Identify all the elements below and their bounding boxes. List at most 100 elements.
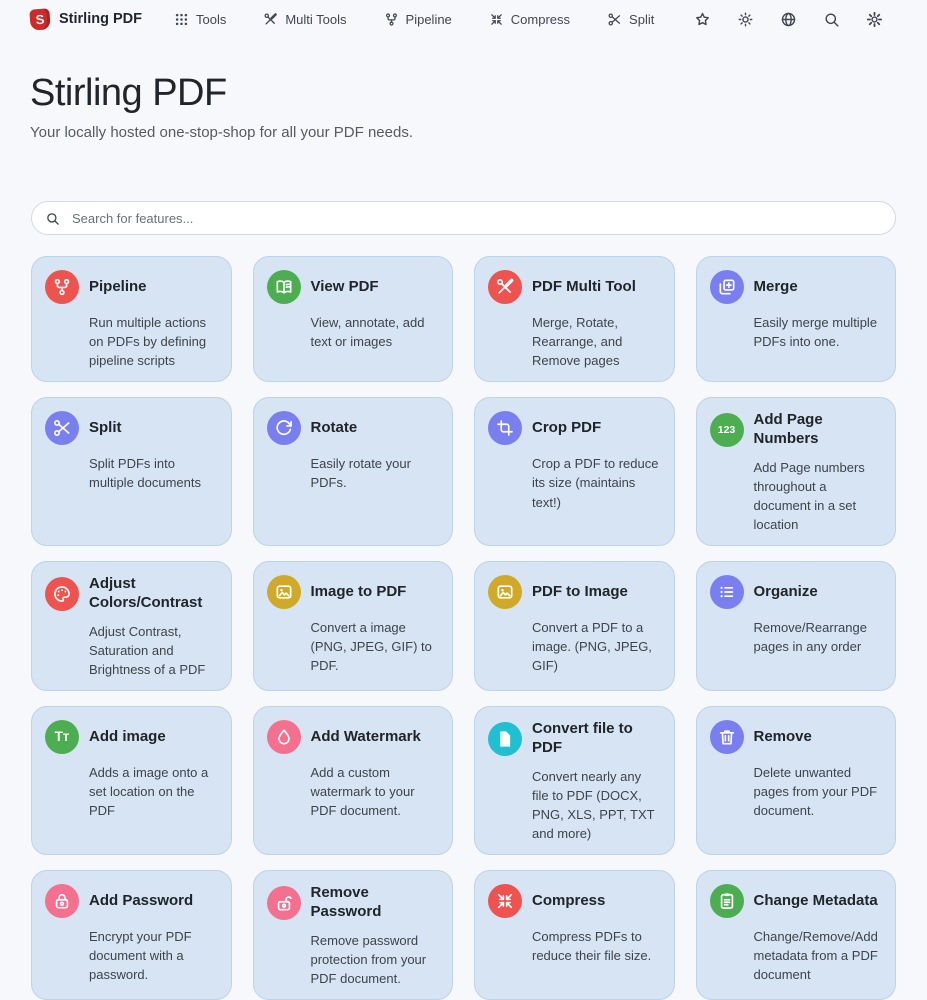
scissors-icon xyxy=(45,411,79,445)
list-icon xyxy=(710,575,744,609)
image-icon xyxy=(267,575,301,609)
card-description: Delete unwanted pages from your PDF docu… xyxy=(754,763,883,820)
card-title: Add Password xyxy=(89,892,193,911)
card-header: Split xyxy=(45,411,218,445)
feature-card-adjust-colors-contrast[interactable]: Adjust Colors/Contrast Adjust Contrast, … xyxy=(31,561,232,691)
nav-item-tools[interactable]: Tools xyxy=(174,12,226,27)
globe-icon[interactable] xyxy=(780,11,797,28)
card-title: Convert file to PDF xyxy=(532,720,661,758)
file-icon xyxy=(488,722,522,756)
compress-icon xyxy=(488,884,522,918)
card-title: Adjust Colors/Contrast xyxy=(89,575,218,613)
feature-card-rotate[interactable]: Rotate Easily rotate your PDFs. xyxy=(253,397,454,546)
card-description: Easily merge multiple PDFs into one. xyxy=(754,313,883,351)
card-header: Image to PDF xyxy=(267,575,440,609)
card-title: Compress xyxy=(532,892,605,911)
card-title: View PDF xyxy=(311,278,379,297)
clipboard-icon xyxy=(710,884,744,918)
feature-card-compress[interactable]: Compress Compress PDFs to reduce their f… xyxy=(474,870,675,1000)
merge-icon xyxy=(710,270,744,304)
card-header: Remove Password xyxy=(267,884,440,922)
crop-icon xyxy=(488,411,522,445)
feature-card-pdf-to-image[interactable]: PDF to Image Convert a PDF to a image. (… xyxy=(474,561,675,691)
card-header: 123 Add Page Numbers xyxy=(710,411,883,449)
lock-icon xyxy=(45,884,79,918)
image-icon xyxy=(488,575,522,609)
feature-card-add-watermark[interactable]: Add Watermark Add a custom watermark to … xyxy=(253,706,454,855)
trash-icon xyxy=(710,720,744,754)
nav-menu: Tools Multi Tools Pipeline Compress Spli… xyxy=(174,12,654,27)
search-icon xyxy=(45,211,60,226)
card-title: Merge xyxy=(754,278,798,297)
feature-card-split[interactable]: Split Split PDFs into multiple documents xyxy=(31,397,232,546)
feature-card-convert-file-to-pdf[interactable]: Convert file to PDF Convert nearly any f… xyxy=(474,706,675,855)
card-title: Rotate xyxy=(311,419,358,438)
card-description: Convert a PDF to a image. (PNG, JPEG, GI… xyxy=(532,618,661,675)
feature-card-change-metadata[interactable]: Change Metadata Change/Remove/Add metada… xyxy=(696,870,897,1000)
nav-item-compress[interactable]: Compress xyxy=(489,12,570,27)
brand-home-link[interactable]: S Stirling PDF xyxy=(30,9,142,30)
feature-search-bar[interactable] xyxy=(31,201,896,235)
hero-section: Stirling PDF Your locally hosted one-sto… xyxy=(0,36,927,141)
scissors-icon xyxy=(607,12,622,27)
card-description: Change/Remove/Add metadata from a PDF do… xyxy=(754,927,883,984)
nav-item-split[interactable]: Split xyxy=(607,12,654,27)
unlock-icon xyxy=(267,886,301,920)
card-description: Add a custom watermark to your PDF docum… xyxy=(311,763,440,820)
card-description: Remove/Rearrange pages in any order xyxy=(754,618,883,656)
numbers-123-icon: 123 xyxy=(710,413,744,447)
apps-grid-icon xyxy=(174,12,189,27)
search-icon[interactable] xyxy=(823,11,840,28)
card-header: Add Password xyxy=(45,884,218,918)
card-title: Add image xyxy=(89,728,166,747)
top-navbar: S Stirling PDF Tools Multi Tools Pipelin… xyxy=(0,0,927,36)
feature-card-add-password[interactable]: Add Password Encrypt your PDF document w… xyxy=(31,870,232,1000)
feature-card-add-page-numbers[interactable]: 123 Add Page Numbers Add Page numbers th… xyxy=(696,397,897,546)
star-icon[interactable] xyxy=(694,11,711,28)
card-description: Encrypt your PDF document with a passwor… xyxy=(89,927,218,984)
feature-card-remove-password[interactable]: Remove Password Remove password protecti… xyxy=(253,870,454,1000)
card-header: PDF to Image xyxy=(488,575,661,609)
page-subtitle: Your locally hosted one-stop-shop for al… xyxy=(30,124,897,141)
card-title: Add Watermark xyxy=(311,728,421,747)
feature-card-view-pdf[interactable]: View PDF View, annotate, add text or ima… xyxy=(253,256,454,382)
card-description: Convert a image (PNG, JPEG, GIF) to PDF. xyxy=(311,618,440,675)
feature-card-add-image[interactable]: Tт Add image Adds a image onto a set loc… xyxy=(31,706,232,855)
search-input[interactable] xyxy=(70,210,882,227)
card-description: Split PDFs into multiple documents xyxy=(89,454,218,492)
tools-icon xyxy=(263,12,278,27)
card-description: Remove password protection from your PDF… xyxy=(311,931,440,988)
card-header: Remove xyxy=(710,720,883,754)
nav-item-multi-tools[interactable]: Multi Tools xyxy=(263,12,346,27)
card-header: Rotate xyxy=(267,411,440,445)
feature-card-organize[interactable]: Organize Remove/Rearrange pages in any o… xyxy=(696,561,897,691)
pipeline-icon xyxy=(45,270,79,304)
nav-item-pipeline[interactable]: Pipeline xyxy=(384,12,452,27)
page-title: Stirling PDF xyxy=(30,72,897,115)
feature-card-image-to-pdf[interactable]: Image to PDF Convert a image (PNG, JPEG,… xyxy=(253,561,454,691)
card-title: Split xyxy=(89,419,122,438)
card-header: Tт Add image xyxy=(45,720,218,754)
settings-gear-icon[interactable] xyxy=(866,11,883,28)
card-header: Merge xyxy=(710,270,883,304)
card-title: PDF to Image xyxy=(532,583,628,602)
card-title: Pipeline xyxy=(89,278,147,297)
feature-card-pdf-multi-tool[interactable]: PDF Multi Tool Merge, Rotate, Rearrange,… xyxy=(474,256,675,382)
feature-card-remove[interactable]: Remove Delete unwanted pages from your P… xyxy=(696,706,897,855)
feature-card-crop-pdf[interactable]: Crop PDF Crop a PDF to reduce its size (… xyxy=(474,397,675,546)
card-title: Remove Password xyxy=(311,884,440,922)
card-header: Pipeline xyxy=(45,270,218,304)
card-header: Crop PDF xyxy=(488,411,661,445)
card-header: Add Watermark xyxy=(267,720,440,754)
feature-card-merge[interactable]: Merge Easily merge multiple PDFs into on… xyxy=(696,256,897,382)
card-header: Change Metadata xyxy=(710,884,883,918)
card-title: Image to PDF xyxy=(311,583,407,602)
feature-card-pipeline[interactable]: Pipeline Run multiple actions on PDFs by… xyxy=(31,256,232,382)
card-description: Adjust Contrast, Saturation and Brightne… xyxy=(89,622,218,679)
theme-sun-icon[interactable] xyxy=(737,11,754,28)
feature-card-grid: Pipeline Run multiple actions on PDFs by… xyxy=(31,256,896,1000)
card-header: Organize xyxy=(710,575,883,609)
text-format-icon: Tт xyxy=(45,720,79,754)
card-description: View, annotate, add text or images xyxy=(311,313,440,351)
card-title: Crop PDF xyxy=(532,419,601,438)
